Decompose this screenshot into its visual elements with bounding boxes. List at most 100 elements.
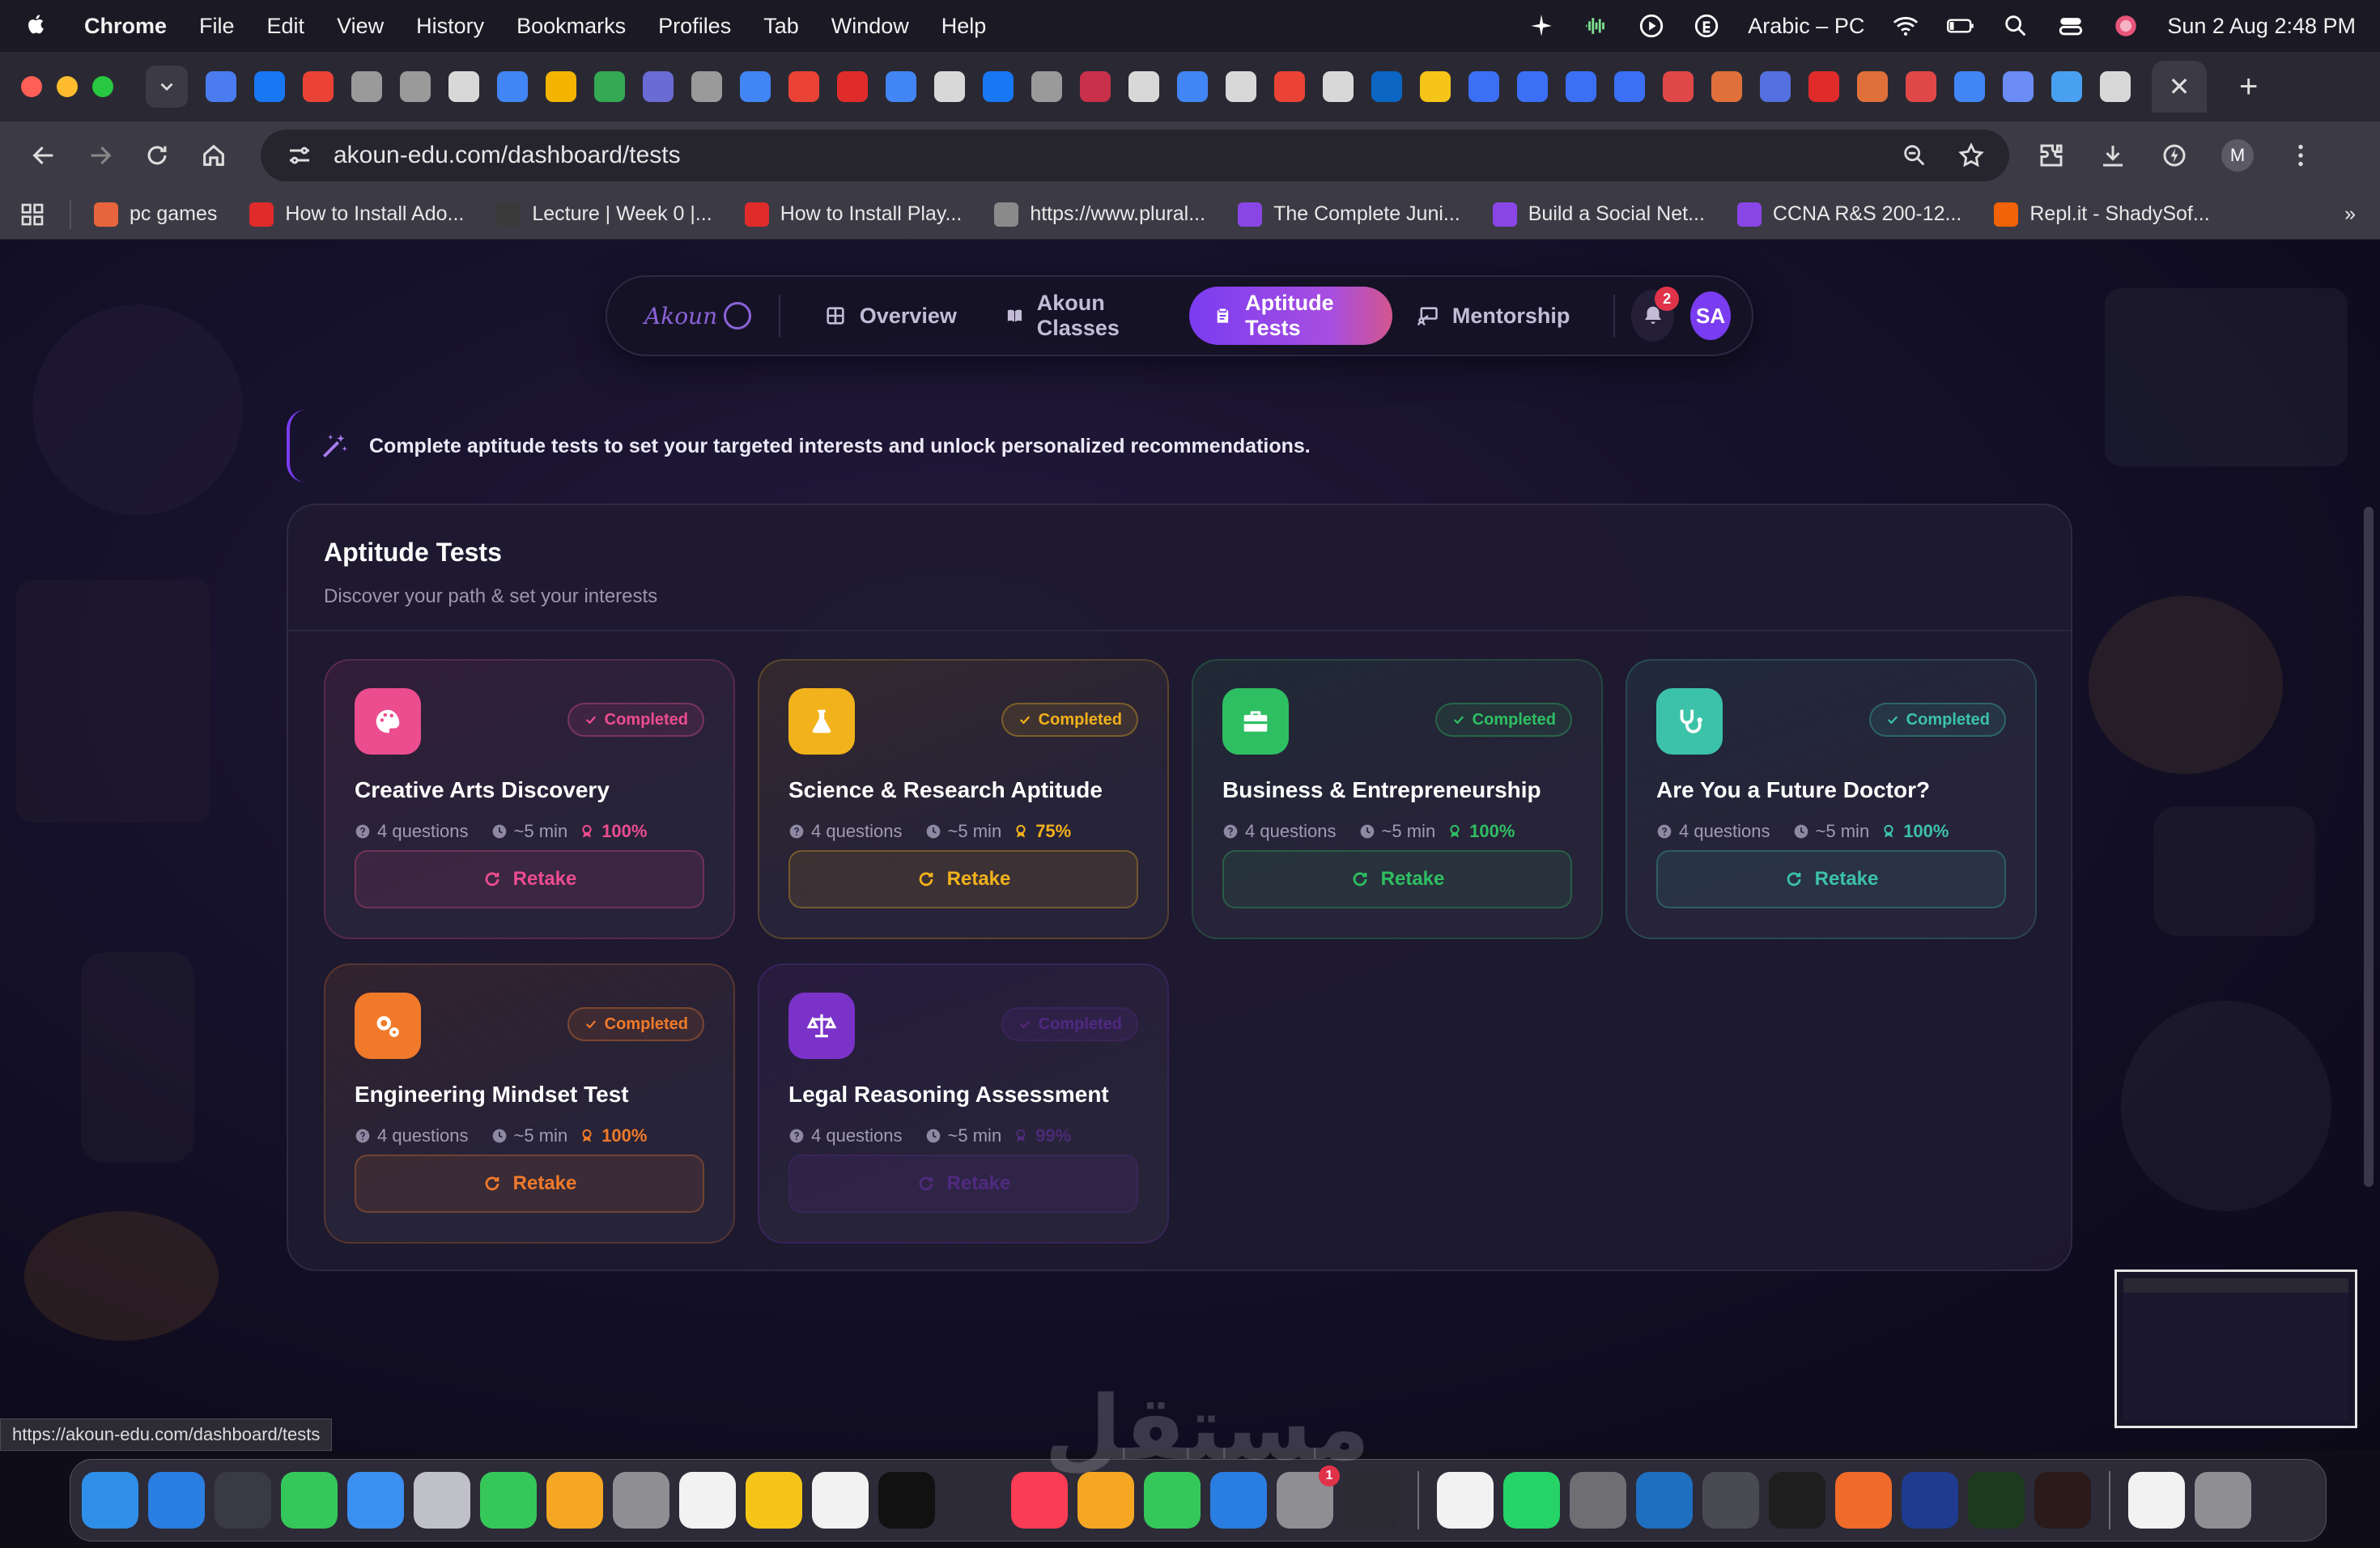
- wifi-icon[interactable]: [1892, 12, 1919, 40]
- tab-favicon[interactable]: [1711, 71, 1742, 102]
- minimize-window-button[interactable]: [57, 76, 78, 97]
- nav-akoun-classes[interactable]: Akoun Classes: [981, 287, 1189, 345]
- bookmark-item[interactable]: How to Install Play...: [744, 202, 962, 227]
- bookmark-item[interactable]: https://www.plural...: [994, 202, 1205, 227]
- tab-favicon[interactable]: [2100, 71, 2131, 102]
- sparkle-icon[interactable]: [1528, 12, 1555, 40]
- voice-memo-dock-icon[interactable]: [1968, 1472, 2025, 1529]
- input-source-icon[interactable]: [1693, 12, 1720, 40]
- test-card[interactable]: Completed Are You a Future Doctor? 4 que…: [1626, 659, 2037, 939]
- tab-favicon[interactable]: [1566, 71, 1596, 102]
- safari-dock-icon[interactable]: [148, 1472, 205, 1529]
- tab-favicon[interactable]: [1760, 71, 1791, 102]
- xcode-instruments-dock-icon[interactable]: [1902, 1472, 1958, 1529]
- app-store-dock-icon[interactable]: [1210, 1472, 1267, 1529]
- performance-icon[interactable]: [2160, 141, 2189, 170]
- retake-button[interactable]: Retake: [788, 1155, 1138, 1213]
- bookmark-item[interactable]: Build a Social Net...: [1492, 202, 1705, 227]
- back-button[interactable]: [23, 134, 65, 176]
- tab-favicon[interactable]: [1468, 71, 1499, 102]
- notes-dock-icon[interactable]: [746, 1472, 802, 1529]
- tab-favicon[interactable]: [2003, 71, 2034, 102]
- url-text[interactable]: akoun-edu.com/dashboard/tests: [334, 142, 1901, 169]
- close-window-button[interactable]: [21, 76, 42, 97]
- tab-favicon[interactable]: [1128, 71, 1159, 102]
- iphone-mirroring-dock-icon[interactable]: [1343, 1472, 1400, 1529]
- tab-favicon[interactable]: [1420, 71, 1451, 102]
- page-scrollbar[interactable]: [2364, 507, 2374, 1187]
- menu-view[interactable]: View: [337, 14, 384, 39]
- launchpad-dock-icon[interactable]: [215, 1472, 271, 1529]
- tab-favicon[interactable]: [1031, 71, 1062, 102]
- retake-button[interactable]: Retake: [355, 1155, 704, 1213]
- tab-favicon[interactable]: [400, 71, 431, 102]
- bookmark-item[interactable]: How to Install Ado...: [249, 202, 464, 227]
- home-button[interactable]: [193, 134, 235, 176]
- bookmark-item[interactable]: CCNA R&S 200-12...: [1736, 202, 1961, 227]
- tab-favicon[interactable]: [206, 71, 236, 102]
- menubar-datetime[interactable]: Sun 2 Aug 2:48 PM: [2167, 14, 2356, 39]
- tab-favicon[interactable]: [934, 71, 965, 102]
- download-icon[interactable]: [2098, 141, 2127, 170]
- calculator-dock-icon[interactable]: [1570, 1472, 1626, 1529]
- audio-wave-icon[interactable]: [1583, 12, 1610, 40]
- tab-favicon[interactable]: [1614, 71, 1645, 102]
- menu-edit[interactable]: Edit: [267, 14, 305, 39]
- nav-aptitude-tests[interactable]: Aptitude Tests: [1189, 287, 1392, 345]
- music-dock-icon[interactable]: [1011, 1472, 1068, 1529]
- numbers-dock-icon[interactable]: [1144, 1472, 1201, 1529]
- profile-avatar[interactable]: M: [2221, 139, 2254, 172]
- tab-favicon[interactable]: [497, 71, 528, 102]
- tab-favicon[interactable]: [1954, 71, 1985, 102]
- bookmarks-overflow-button[interactable]: »: [2344, 202, 2356, 226]
- menu-file[interactable]: File: [199, 14, 235, 39]
- tab-favicon[interactable]: [1080, 71, 1111, 102]
- menu-history[interactable]: History: [416, 14, 484, 39]
- retake-button[interactable]: Retake: [1656, 850, 2006, 908]
- active-tab-close-button[interactable]: ✕: [2152, 61, 2207, 113]
- menu-app-name[interactable]: Chrome: [84, 14, 167, 39]
- tab-favicon[interactable]: [303, 71, 334, 102]
- tab-favicon[interactable]: [691, 71, 722, 102]
- more-menu-icon[interactable]: [2286, 141, 2315, 170]
- pages-dock-icon[interactable]: [1077, 1472, 1134, 1529]
- battery-icon[interactable]: [1947, 12, 1974, 40]
- site-settings-icon[interactable]: [285, 141, 314, 170]
- tab-favicon[interactable]: [886, 71, 916, 102]
- tab-favicon[interactable]: [1663, 71, 1694, 102]
- test-card[interactable]: Completed Creative Arts Discovery 4 ques…: [324, 659, 735, 939]
- tab-favicon[interactable]: [788, 71, 819, 102]
- tab-favicon[interactable]: [1517, 71, 1548, 102]
- apple-tv-dock-icon[interactable]: [878, 1472, 935, 1529]
- tab-search-button[interactable]: [146, 66, 188, 108]
- reload-button[interactable]: [136, 134, 178, 176]
- akoun-logo[interactable]: Akoun: [644, 302, 752, 330]
- tab-favicon[interactable]: [1177, 71, 1208, 102]
- tab-favicon[interactable]: [1323, 71, 1354, 102]
- tab-favicon[interactable]: [351, 71, 382, 102]
- tab-favicon[interactable]: [740, 71, 771, 102]
- nav-mentorship[interactable]: Mentorship: [1392, 287, 1595, 345]
- tab-favicon[interactable]: [1857, 71, 1888, 102]
- facetime-dock-icon[interactable]: [480, 1472, 537, 1529]
- bookmark-item[interactable]: The Complete Juni...: [1238, 202, 1460, 227]
- screenshot-thumbnail[interactable]: [2114, 1269, 2357, 1428]
- forward-button[interactable]: [79, 134, 121, 176]
- chrome-dock-icon[interactable]: [1437, 1472, 1494, 1529]
- messages-dock-icon[interactable]: [281, 1472, 338, 1529]
- disk-utility-dock-icon[interactable]: [1702, 1472, 1759, 1529]
- bookmark-item[interactable]: pc games: [94, 202, 217, 227]
- trash-dock-icon[interactable]: [2195, 1472, 2251, 1529]
- freeform-dock-icon[interactable]: [812, 1472, 869, 1529]
- photos-dock-icon[interactable]: [546, 1472, 603, 1529]
- bookmark-item[interactable]: Repl.it - ShadySof...: [1994, 202, 2210, 227]
- input-source-label[interactable]: Arabic – PC: [1748, 14, 1864, 39]
- test-card[interactable]: Completed Business & Entrepreneurship 4 …: [1192, 659, 1603, 939]
- apps-grid-button[interactable]: [19, 202, 45, 228]
- play-circle-icon[interactable]: [1638, 12, 1665, 40]
- menu-help[interactable]: Help: [941, 14, 987, 39]
- documents-stack-dock-icon[interactable]: [2128, 1472, 2185, 1529]
- terminal-dock-icon[interactable]: [1769, 1472, 1825, 1529]
- test-card[interactable]: Completed Legal Reasoning Assessment 4 q…: [758, 963, 1169, 1244]
- claude-dock-icon[interactable]: [2034, 1472, 2091, 1529]
